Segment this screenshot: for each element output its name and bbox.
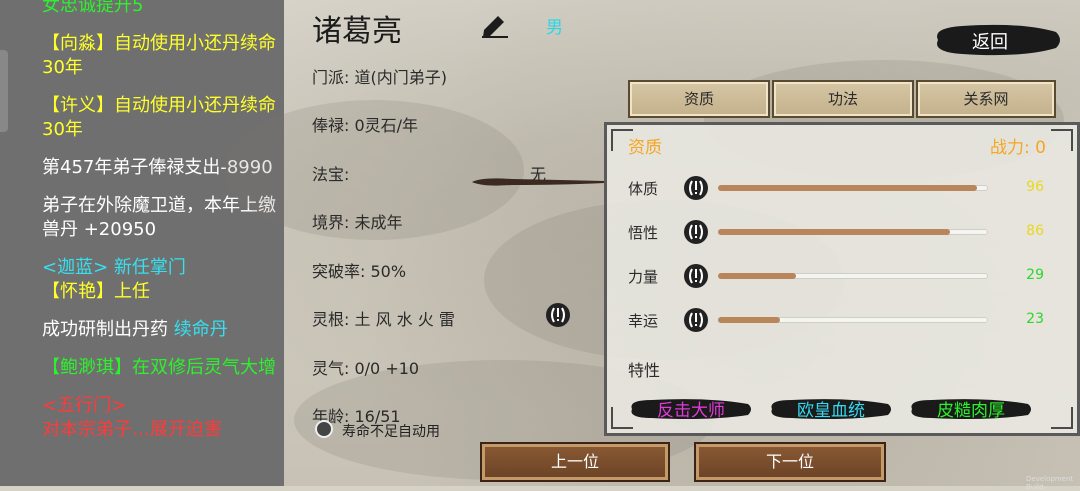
log-entry-text: 对本宗弟子…展开迫害 — [42, 419, 222, 440]
log-entry-text: <五行门> — [42, 395, 127, 416]
stat-info-icon[interactable] — [683, 307, 709, 333]
log-entry: 女忠诚提升5 — [42, 0, 278, 18]
stat-bar — [718, 317, 988, 323]
traits-label: 特性 — [628, 361, 661, 380]
log-entry: <迦蓝> 新任掌门 【怀艳】上任 — [42, 256, 278, 304]
auto-use-toggle[interactable] — [315, 420, 333, 438]
stat-value: 29 — [1026, 267, 1044, 283]
next-button[interactable]: 下一位 — [694, 442, 886, 482]
log-entry: 【鲍渺琪】在双修后灵气大增 — [42, 356, 278, 380]
info-icon[interactable] — [545, 302, 571, 328]
stat-value: 23 — [1026, 311, 1044, 327]
log-entry-text: 续命丹 — [173, 319, 228, 340]
back-button[interactable]: 返回 — [972, 28, 1008, 54]
ink-stroke-decoration — [472, 178, 604, 186]
stat-bar-fill — [718, 317, 781, 323]
log-entry: <五行门> 对本宗弟子…展开迫害 — [42, 394, 278, 442]
stat-value: 86 — [1026, 223, 1044, 239]
stat-bar-fill — [718, 273, 797, 279]
event-log-list: 女忠诚提升5 【向淼】自动使用小还丹续命30年 【许义】自动使用小还丹续命30年 第4… — [42, 0, 278, 456]
aptitude-panel — [604, 122, 1080, 436]
panel-title: 资质 — [628, 138, 662, 158]
log-entry-text: 【鲍渺琪】在双修后灵气大增 — [42, 357, 276, 378]
trait-tag[interactable]: 欧皇血统 — [768, 396, 894, 421]
trait-tag[interactable]: 反击大师 — [628, 396, 754, 421]
stat-bar-fill — [718, 229, 951, 235]
stat-label: 力量 — [628, 268, 659, 286]
edit-name-icon[interactable] — [480, 12, 510, 38]
stat-info-icon[interactable] — [683, 219, 709, 245]
trait-tag[interactable]: 皮糙肉厚 — [908, 396, 1034, 421]
event-log-panel[interactable]: 女忠诚提升5 【向淼】自动使用小还丹续命30年 【许义】自动使用小还丹续命30年 第4… — [0, 0, 284, 486]
linggen-text: 灵根: 土 风 水 火 雷 — [312, 310, 455, 329]
log-entry-text: 【向淼】自动使用小还丹续命30年 — [42, 33, 276, 78]
log-entry-text: 【许义】自动使用小还丹续命30年 — [42, 95, 276, 140]
realm-text: 境界: 未成年 — [312, 213, 403, 232]
tab-skills[interactable]: 功法 — [772, 80, 914, 118]
combat-power: 战力: 0 — [990, 138, 1046, 158]
stat-label: 体质 — [628, 180, 659, 198]
stat-bar — [718, 185, 988, 191]
prev-button[interactable]: 上一位 — [480, 442, 670, 482]
stat-info-icon[interactable] — [683, 263, 709, 289]
stat-bar-fill — [718, 185, 978, 191]
panel-handle[interactable] — [0, 50, 8, 132]
lingqi-text: 灵气: 0/0 +10 — [312, 359, 420, 378]
character-gender: 男 — [546, 18, 563, 38]
stat-info-icon[interactable] — [683, 175, 709, 201]
salary-text: 俸禄: 0灵石/年 — [312, 116, 419, 135]
stat-value: 96 — [1026, 179, 1044, 195]
log-entry-text: 【怀艳】上任 — [42, 281, 150, 302]
auto-use-label: 寿命不足自动用 — [342, 424, 440, 440]
tab-aptitude[interactable]: 资质 — [628, 80, 770, 118]
tab-relations[interactable]: 关系网 — [916, 80, 1056, 118]
stat-label: 悟性 — [628, 224, 659, 242]
stat-bar — [718, 229, 988, 235]
fabao-label: 法宝: — [312, 165, 350, 184]
dev-build-label: Development Build — [1026, 475, 1074, 491]
stat-bar — [718, 273, 988, 279]
stat-label: 幸运 — [628, 312, 659, 330]
sect-text: 门派: 道(内门弟子) — [312, 68, 447, 87]
log-entry: 成功研制出丹药 续命丹 — [42, 318, 278, 342]
log-entry-text: <迦蓝> 新任掌门 — [42, 257, 186, 278]
character-name: 诸葛亮 — [312, 14, 402, 49]
log-entry-text: 成功研制出丹药 — [42, 319, 174, 340]
log-entry: 【向淼】自动使用小还丹续命30年 — [42, 32, 278, 80]
log-entry-text: 女忠诚提升5 — [42, 0, 144, 16]
breakthrough-text: 突破率: 50% — [312, 262, 407, 281]
